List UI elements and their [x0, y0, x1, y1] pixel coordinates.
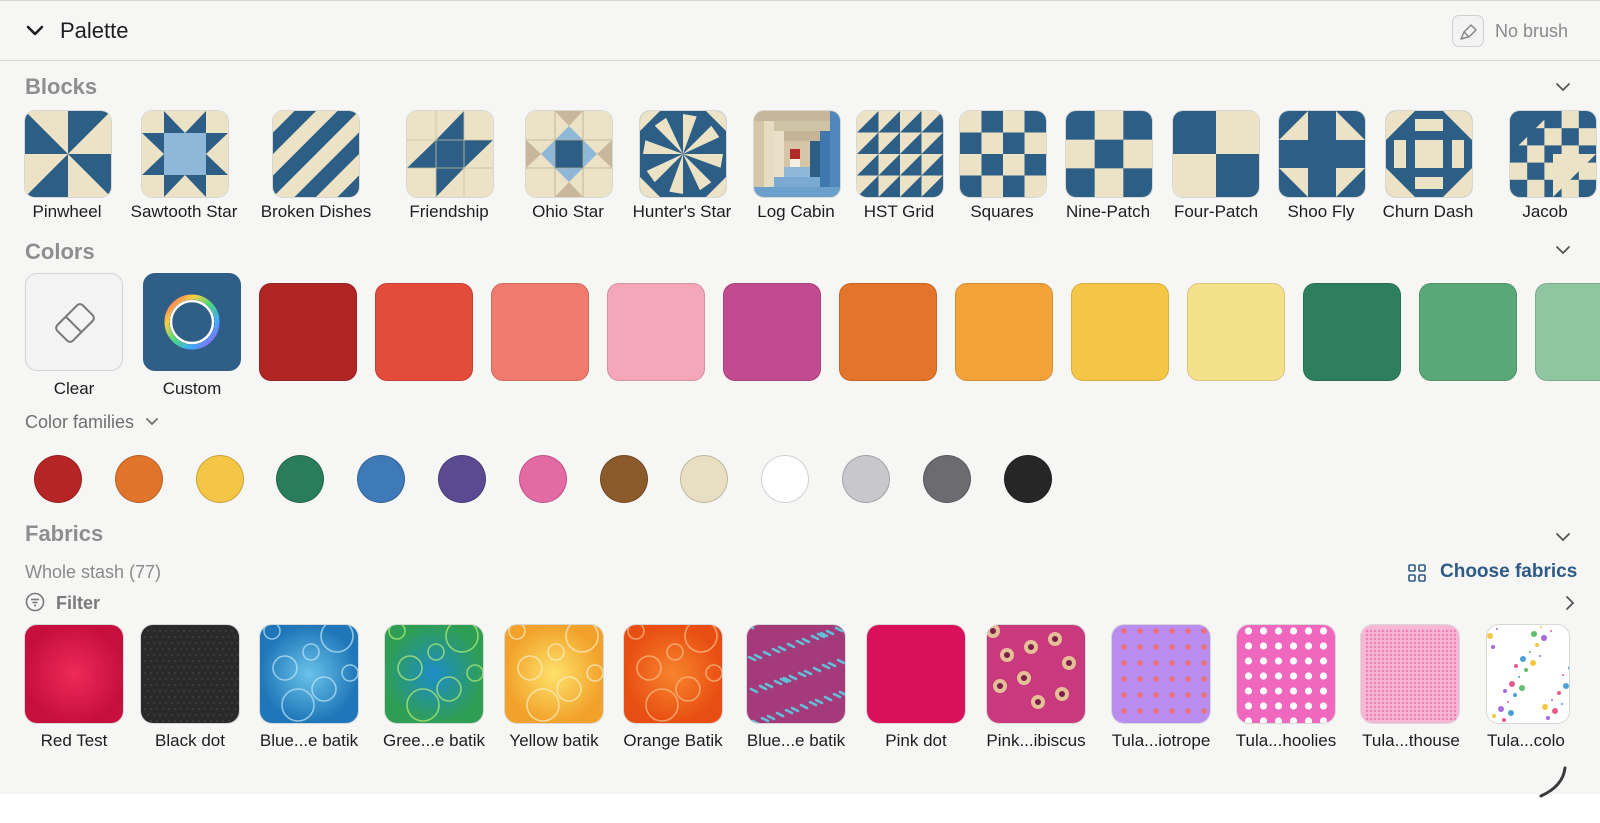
fabric-thumbnail[interactable]	[25, 625, 123, 723]
color-family-swatch[interactable]	[599, 455, 648, 503]
grid-icon[interactable]	[1408, 564, 1426, 582]
color-swatch[interactable]	[723, 283, 821, 381]
palette-header: Palette No brush	[0, 2, 1600, 61]
color-family-swatch[interactable]	[34, 455, 82, 503]
filter-icon[interactable]	[25, 592, 45, 612]
resize-handle-icon[interactable]	[1535, 764, 1569, 798]
color-family-swatch[interactable]	[357, 455, 406, 503]
fabric-label: Tula...colo	[1487, 731, 1565, 750]
fabric-thumbnail[interactable]	[1112, 625, 1210, 723]
eraser-icon	[55, 303, 95, 343]
block-thumbnail[interactable]	[1066, 111, 1152, 197]
brush-status: No brush	[1495, 21, 1569, 41]
block-thumbnail[interactable]	[142, 111, 228, 197]
color-swatch[interactable]	[375, 283, 473, 381]
color-family-swatch[interactable]	[922, 455, 971, 503]
fabric-thumbnail[interactable]	[385, 625, 483, 723]
fabric-thumbnail[interactable]	[141, 625, 239, 723]
block-thumbnail[interactable]	[1173, 111, 1259, 197]
choose-fabrics-button[interactable]: Choose fabrics	[1440, 561, 1577, 583]
custom-color-label: Custom	[162, 379, 222, 398]
block-thumbnail[interactable]	[1510, 111, 1596, 197]
fabric-label: Yellow batik	[509, 731, 599, 750]
fabric-label: Pink dot	[885, 731, 947, 750]
fabric-label: Pink...ibiscus	[986, 731, 1086, 750]
fabrics-collapse-chevron-icon[interactable]	[1554, 528, 1572, 546]
block-label: Jacob	[1522, 202, 1568, 221]
block-thumbnail[interactable]	[1279, 111, 1365, 197]
clear-color-button[interactable]	[25, 273, 123, 371]
color-swatch[interactable]	[259, 283, 357, 381]
clear-color-label: Clear	[53, 379, 95, 398]
brush-button[interactable]	[1452, 15, 1484, 47]
color-swatch[interactable]	[1419, 283, 1517, 381]
color-swatch[interactable]	[607, 283, 705, 381]
colors-section-title: Colors	[25, 239, 95, 264]
block-thumbnail[interactable]	[526, 111, 612, 197]
color-family-swatch[interactable]	[518, 455, 567, 503]
chevron-down-icon[interactable]	[24, 20, 46, 42]
filter-label[interactable]: Filter	[56, 593, 100, 614]
fabric-thumbnail[interactable]	[1361, 625, 1459, 723]
fabric-thumbnail[interactable]	[747, 625, 845, 723]
block-thumbnail[interactable]	[1386, 111, 1472, 197]
color-family-swatch[interactable]	[195, 455, 244, 503]
color-families-label[interactable]: Color families	[25, 412, 159, 433]
fabric-thumbnail[interactable]	[987, 625, 1085, 723]
fabric-label: Blue...e batik	[259, 731, 359, 750]
colors-collapse-chevron-icon[interactable]	[1554, 241, 1572, 259]
block-label: Broken Dishes	[260, 202, 372, 221]
chevron-down-icon	[146, 418, 158, 426]
block-thumbnail[interactable]	[857, 111, 943, 197]
color-families-text: Color families	[25, 412, 135, 432]
fabric-thumbnail[interactable]	[1237, 625, 1335, 723]
color-family-swatch[interactable]	[438, 455, 486, 503]
color-family-swatch[interactable]	[761, 455, 810, 503]
block-thumbnail[interactable]	[273, 111, 359, 197]
brush-icon	[1460, 24, 1477, 40]
color-swatch[interactable]	[839, 283, 937, 381]
color-swatch[interactable]	[1071, 283, 1169, 381]
block-thumbnail[interactable]	[640, 111, 726, 197]
block-thumbnail[interactable]	[25, 111, 111, 197]
fabric-label: Gree...e batik	[382, 731, 486, 750]
color-swatch[interactable]	[1535, 283, 1600, 381]
color-family-swatch[interactable]	[680, 455, 729, 503]
fabric-thumbnail[interactable]	[260, 625, 358, 723]
color-swatch[interactable]	[955, 283, 1053, 381]
block-thumbnail[interactable]	[754, 111, 840, 197]
fabric-thumbnail[interactable]	[505, 625, 603, 723]
block-thumbnail[interactable]	[960, 111, 1046, 197]
palette-title[interactable]: Palette	[60, 18, 129, 44]
chevron-right-icon[interactable]	[1563, 594, 1577, 612]
block-label: Sawtooth Star	[130, 202, 238, 221]
fabric-label: Tula...thouse	[1362, 731, 1460, 750]
color-family-swatch[interactable]	[1003, 455, 1052, 503]
block-thumbnail[interactable]	[407, 111, 493, 197]
color-family-swatch[interactable]	[114, 455, 163, 503]
fabric-label: Orange Batik	[623, 731, 723, 750]
fabric-thumbnail[interactable]	[1487, 625, 1569, 723]
custom-color-button[interactable]	[143, 273, 241, 371]
whole-stash-count: Whole stash (77)	[25, 562, 162, 582]
color-wheel-icon	[164, 294, 220, 350]
color-swatch[interactable]	[1187, 283, 1285, 381]
fabric-label: Red Test	[40, 731, 108, 750]
fabric-thumbnail[interactable]	[624, 625, 722, 723]
color-family-swatch[interactable]	[842, 455, 890, 503]
color-swatch[interactable]	[491, 283, 589, 381]
fabric-label: Tula...iotrope	[1111, 731, 1211, 750]
fabrics-section-title: Fabrics	[25, 521, 104, 546]
fabric-label: Black dot	[155, 731, 225, 750]
blocks-section-title: Blocks	[25, 74, 98, 99]
palette-panel: Palette No brush Blocks Pinwheel Sawtooth…	[0, 0, 1600, 794]
color-swatch[interactable]	[1303, 283, 1401, 381]
fabric-label: Tula...hoolies	[1235, 731, 1337, 750]
color-family-swatch[interactable]	[276, 455, 325, 503]
fabric-label: Blue...e batik	[746, 731, 846, 750]
fabric-thumbnail[interactable]	[867, 625, 965, 723]
blocks-collapse-chevron-icon[interactable]	[1554, 78, 1572, 96]
